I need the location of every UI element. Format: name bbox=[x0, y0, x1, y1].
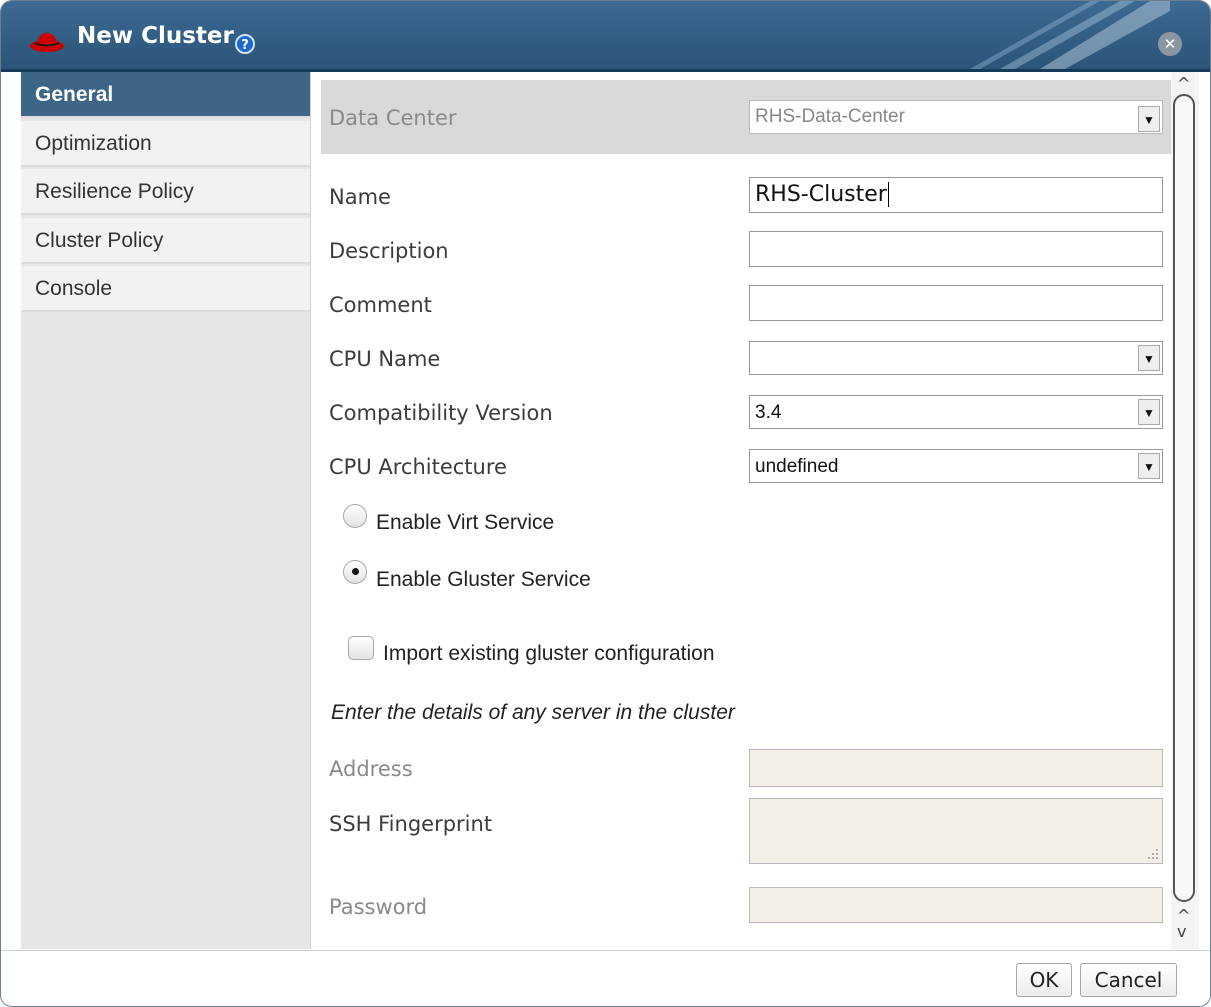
sidebar-item-cluster-policy[interactable]: Cluster Policy bbox=[21, 218, 310, 264]
help-icon[interactable]: ? bbox=[235, 34, 255, 54]
import-gluster-label[interactable]: Import existing gluster configuration bbox=[383, 642, 715, 666]
ssh-fingerprint-label: SSH Fingerprint bbox=[329, 812, 493, 836]
virt-service-radio[interactable] bbox=[343, 504, 367, 528]
comment-field[interactable] bbox=[749, 285, 1163, 321]
scroll-down-icon[interactable]: ^ v bbox=[1177, 908, 1190, 940]
dialog-footer: OK Cancel bbox=[1, 950, 1210, 1006]
dropdown-arrow-icon[interactable]: ▼ bbox=[1138, 453, 1160, 479]
gluster-service-label[interactable]: Enable Gluster Service bbox=[376, 568, 591, 592]
comment-label: Comment bbox=[329, 293, 432, 317]
data-center-select[interactable]: RHS-Data-Center ▼ bbox=[749, 100, 1163, 134]
cpu-architecture-value: undefined bbox=[755, 456, 839, 477]
sidebar-item-optimization[interactable]: Optimization bbox=[21, 121, 310, 167]
new-cluster-dialog: New Cluster ? ✕ General Optimization Res… bbox=[0, 0, 1211, 1007]
scroll-up-icon[interactable]: ^ bbox=[1177, 74, 1190, 93]
dropdown-arrow-icon[interactable]: ▼ bbox=[1138, 345, 1160, 371]
dialog-titlebar[interactable]: New Cluster ? ✕ bbox=[1, 1, 1210, 72]
cpu-name-label: CPU Name bbox=[329, 347, 441, 371]
compatibility-version-select[interactable]: 3.4 ▼ bbox=[749, 395, 1163, 429]
cancel-button[interactable]: Cancel bbox=[1080, 963, 1177, 997]
address-field[interactable] bbox=[749, 749, 1163, 787]
resize-grip-icon[interactable] bbox=[1147, 848, 1159, 860]
cpu-architecture-select[interactable]: undefined ▼ bbox=[749, 449, 1163, 483]
scroll-thumb[interactable] bbox=[1173, 94, 1195, 902]
password-field[interactable] bbox=[749, 887, 1163, 923]
name-field[interactable]: RHS-Cluster bbox=[749, 177, 1163, 213]
server-details-note: Enter the details of any server in the c… bbox=[331, 701, 735, 724]
sidebar-item-resilience-policy[interactable]: Resilience Policy bbox=[21, 169, 310, 215]
form-panel: Data Center RHS-Data-Center ▼ Name RHS-C… bbox=[311, 72, 1173, 949]
password-label: Password bbox=[329, 895, 428, 919]
radio-selected-dot bbox=[352, 568, 359, 575]
data-center-row: Data Center RHS-Data-Center ▼ bbox=[321, 80, 1173, 154]
import-gluster-checkbox[interactable] bbox=[348, 636, 374, 660]
cpu-architecture-label: CPU Architecture bbox=[329, 455, 507, 479]
vertical-scrollbar[interactable]: ^ ^ v bbox=[1171, 72, 1199, 949]
name-value: RHS-Cluster bbox=[755, 182, 887, 207]
description-field[interactable] bbox=[749, 231, 1163, 267]
compatibility-version-value: 3.4 bbox=[755, 402, 782, 423]
compatibility-version-label: Compatibility Version bbox=[329, 401, 553, 425]
sidebar-item-general[interactable]: General bbox=[21, 72, 310, 118]
redhat-logo-icon bbox=[30, 33, 64, 52]
description-label: Description bbox=[329, 239, 449, 263]
dropdown-arrow-icon[interactable]: ▼ bbox=[1138, 106, 1160, 132]
sidebar-item-console[interactable]: Console bbox=[21, 266, 310, 312]
name-label: Name bbox=[329, 185, 391, 209]
data-center-value: RHS-Data-Center bbox=[755, 106, 905, 127]
ssh-fingerprint-field[interactable] bbox=[749, 798, 1163, 864]
gluster-service-radio[interactable] bbox=[343, 560, 367, 584]
scroll-down-arrow-icon[interactable]: v bbox=[1177, 924, 1190, 940]
virt-service-label[interactable]: Enable Virt Service bbox=[376, 511, 554, 535]
data-center-label: Data Center bbox=[329, 106, 457, 130]
address-label: Address bbox=[329, 757, 413, 781]
text-cursor bbox=[887, 182, 889, 207]
cpu-name-select[interactable]: ▼ bbox=[749, 341, 1163, 375]
dropdown-arrow-icon[interactable]: ▼ bbox=[1138, 399, 1160, 425]
close-icon[interactable]: ✕ bbox=[1158, 32, 1182, 56]
decorative-swoosh bbox=[970, 1, 1170, 69]
sidebar: General Optimization Resilience Policy C… bbox=[21, 72, 311, 949]
ok-button[interactable]: OK bbox=[1016, 963, 1072, 997]
dialog-title: New Cluster bbox=[77, 23, 234, 49]
